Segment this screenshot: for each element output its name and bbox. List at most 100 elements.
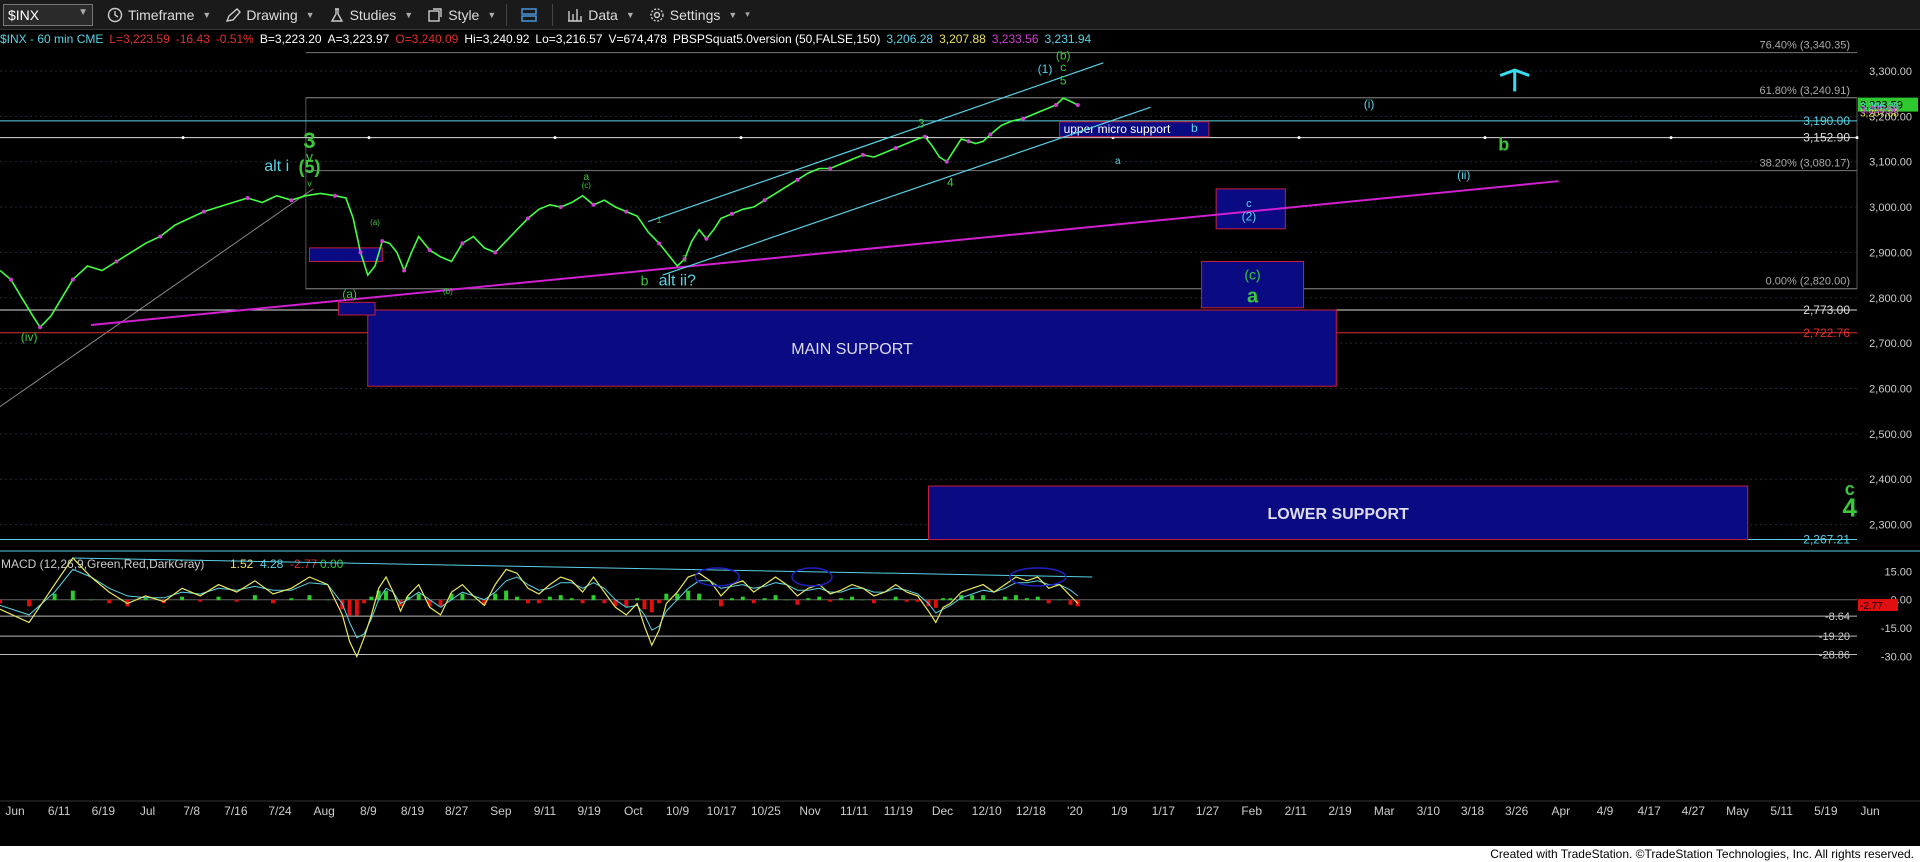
fib-level-label: 61.80% (3,240.91)	[1759, 85, 1850, 97]
price-bar-marker	[460, 241, 465, 246]
studies-menu[interactable]: Studies ▼	[329, 7, 414, 23]
price-bar-marker	[245, 195, 250, 200]
style-menu[interactable]: Style ▼	[427, 7, 496, 23]
symbol-text: $INX	[8, 6, 40, 23]
wave-label: 5	[1060, 74, 1067, 88]
price-bar-marker	[988, 132, 993, 137]
last-price: L=3,223.59	[109, 32, 170, 46]
wave-label: 4	[947, 176, 954, 190]
date-axis-tick: May	[1726, 804, 1749, 818]
wave-label: (2)	[1242, 210, 1257, 224]
macd-histogram-bar	[180, 596, 185, 601]
macd-line	[0, 557, 1079, 659]
price-bar-marker	[944, 159, 949, 164]
price-change-pct: -0.51%	[215, 32, 254, 46]
timeframe-menu[interactable]: Timeframe ▼	[107, 7, 211, 23]
layout-button[interactable]	[521, 7, 542, 23]
wave-label: 2	[682, 253, 687, 263]
level-marker-dot	[367, 136, 371, 140]
date-axis-tick: 10/17	[707, 804, 737, 818]
volume: V=674,478	[608, 32, 667, 46]
symbol-input[interactable]: $INX ▼	[3, 3, 93, 26]
wave-label: (c)	[1244, 267, 1260, 283]
chevron-down-icon: ▼	[404, 9, 414, 20]
wave-label: b	[1191, 121, 1198, 135]
macd-histogram-bar	[915, 599, 920, 602]
date-axis-tick: 2/11	[1285, 804, 1308, 818]
macd-value: 4.28	[260, 557, 284, 571]
horizontal-level-label: 2,773.00	[1803, 303, 1850, 317]
macd-histogram-bar	[729, 598, 734, 601]
macd-histogram-bar	[347, 599, 352, 616]
date-axis-tick: Feb	[1241, 804, 1262, 818]
pen-icon	[226, 7, 242, 22]
macd-histogram-bar	[642, 599, 647, 610]
support-zone[interactable]	[309, 247, 383, 262]
macd-histogram-bar	[1013, 595, 1018, 601]
date-axis-tick: Jun	[1860, 804, 1879, 818]
price-bar-marker	[966, 139, 971, 144]
wave-label: b	[1498, 134, 1509, 154]
clock-icon	[107, 7, 123, 22]
ask-price: A=3,223.97	[327, 32, 390, 46]
macd-histogram-bar	[89, 599, 94, 601]
macd-histogram-bar	[657, 599, 662, 604]
macd-level-label: -19.20	[1819, 631, 1850, 643]
macd-histogram-bar	[893, 596, 898, 601]
drawing-menu[interactable]: Drawing ▼	[225, 7, 315, 23]
price-series-line	[0, 97, 1079, 329]
macd-histogram-bar	[649, 599, 654, 613]
price-bar-marker	[828, 166, 833, 171]
timeframe-label: Timeframe	[128, 6, 195, 23]
chart-area[interactable]: 3,300.00 3,200.00 3,100.00 3,000.00 2,900.00…	[0, 30, 1920, 862]
level-marker-dot	[181, 136, 185, 140]
macd-histogram-bar	[664, 593, 669, 601]
price-bar-marker	[38, 325, 43, 330]
data-menu[interactable]: Data ▼	[567, 7, 635, 23]
settings-menu[interactable]: Settings ▼ ▾	[649, 7, 750, 23]
level-marker-dot	[739, 136, 743, 140]
macd-histogram-bar	[1046, 599, 1051, 604]
chevron-down-icon: ▼	[487, 9, 497, 20]
macd-histogram-bar	[591, 595, 596, 601]
price-bar-marker	[558, 205, 563, 210]
price-bar-marker	[525, 216, 530, 221]
date-axis-tick: 10/9	[666, 804, 690, 818]
level-marker-dot	[553, 136, 557, 140]
macd-histogram-bar	[438, 599, 443, 607]
macd-histogram-bar	[762, 598, 767, 601]
style-label: Style	[448, 6, 480, 23]
date-axis-tick: 8/9	[360, 804, 377, 818]
macd-histogram-bar	[234, 599, 239, 602]
price-bar-marker	[8, 277, 13, 282]
chevron-down-icon[interactable]: ▼	[78, 7, 88, 18]
date-axis-tick: 7/16	[224, 804, 248, 818]
macd-histogram-bar	[773, 595, 778, 601]
macd-label: MACD (12,26,9,Green,Red,DarkGray)	[1, 557, 204, 571]
chevron-down-icon: ▾	[745, 9, 750, 19]
macd-histogram-bar	[686, 590, 691, 601]
date-axis-tick: 9/11	[534, 804, 557, 818]
wave-label: b	[641, 273, 649, 289]
price-bar-marker	[201, 209, 206, 214]
support-zone-label: LOWER SUPPORT	[1267, 506, 1409, 523]
macd-histogram-bar	[143, 598, 148, 601]
date-axis-tick: 11/19	[884, 804, 913, 818]
study-value: 3,233.56	[991, 32, 1039, 46]
date-axis-tick: 2/19	[1328, 804, 1352, 818]
toolbar: $INX ▼ Timeframe ▼ Drawing ▼ Studies ▼ S…	[0, 0, 1920, 30]
macd-histogram-bar	[558, 595, 563, 601]
price-chart[interactable]: 3,300.003,200.003,100.003,000.002,900.00…	[0, 30, 1920, 846]
chevron-down-icon: ▼	[625, 9, 635, 20]
price-bar-marker	[70, 277, 75, 282]
fib-level-label: 38.20% (3,080.17)	[1759, 158, 1850, 170]
price-bar-marker	[591, 202, 596, 207]
price-bar-marker	[624, 209, 629, 214]
macd-histogram-bar	[325, 599, 330, 601]
support-zone-label: MAIN SUPPORT	[791, 341, 913, 358]
study-value: 3,231.94	[1044, 32, 1092, 46]
macd-histogram-bar	[981, 595, 986, 601]
support-zone[interactable]	[338, 301, 376, 316]
macd-histogram-bar	[806, 598, 811, 601]
macd-value: 1.52	[230, 557, 254, 571]
